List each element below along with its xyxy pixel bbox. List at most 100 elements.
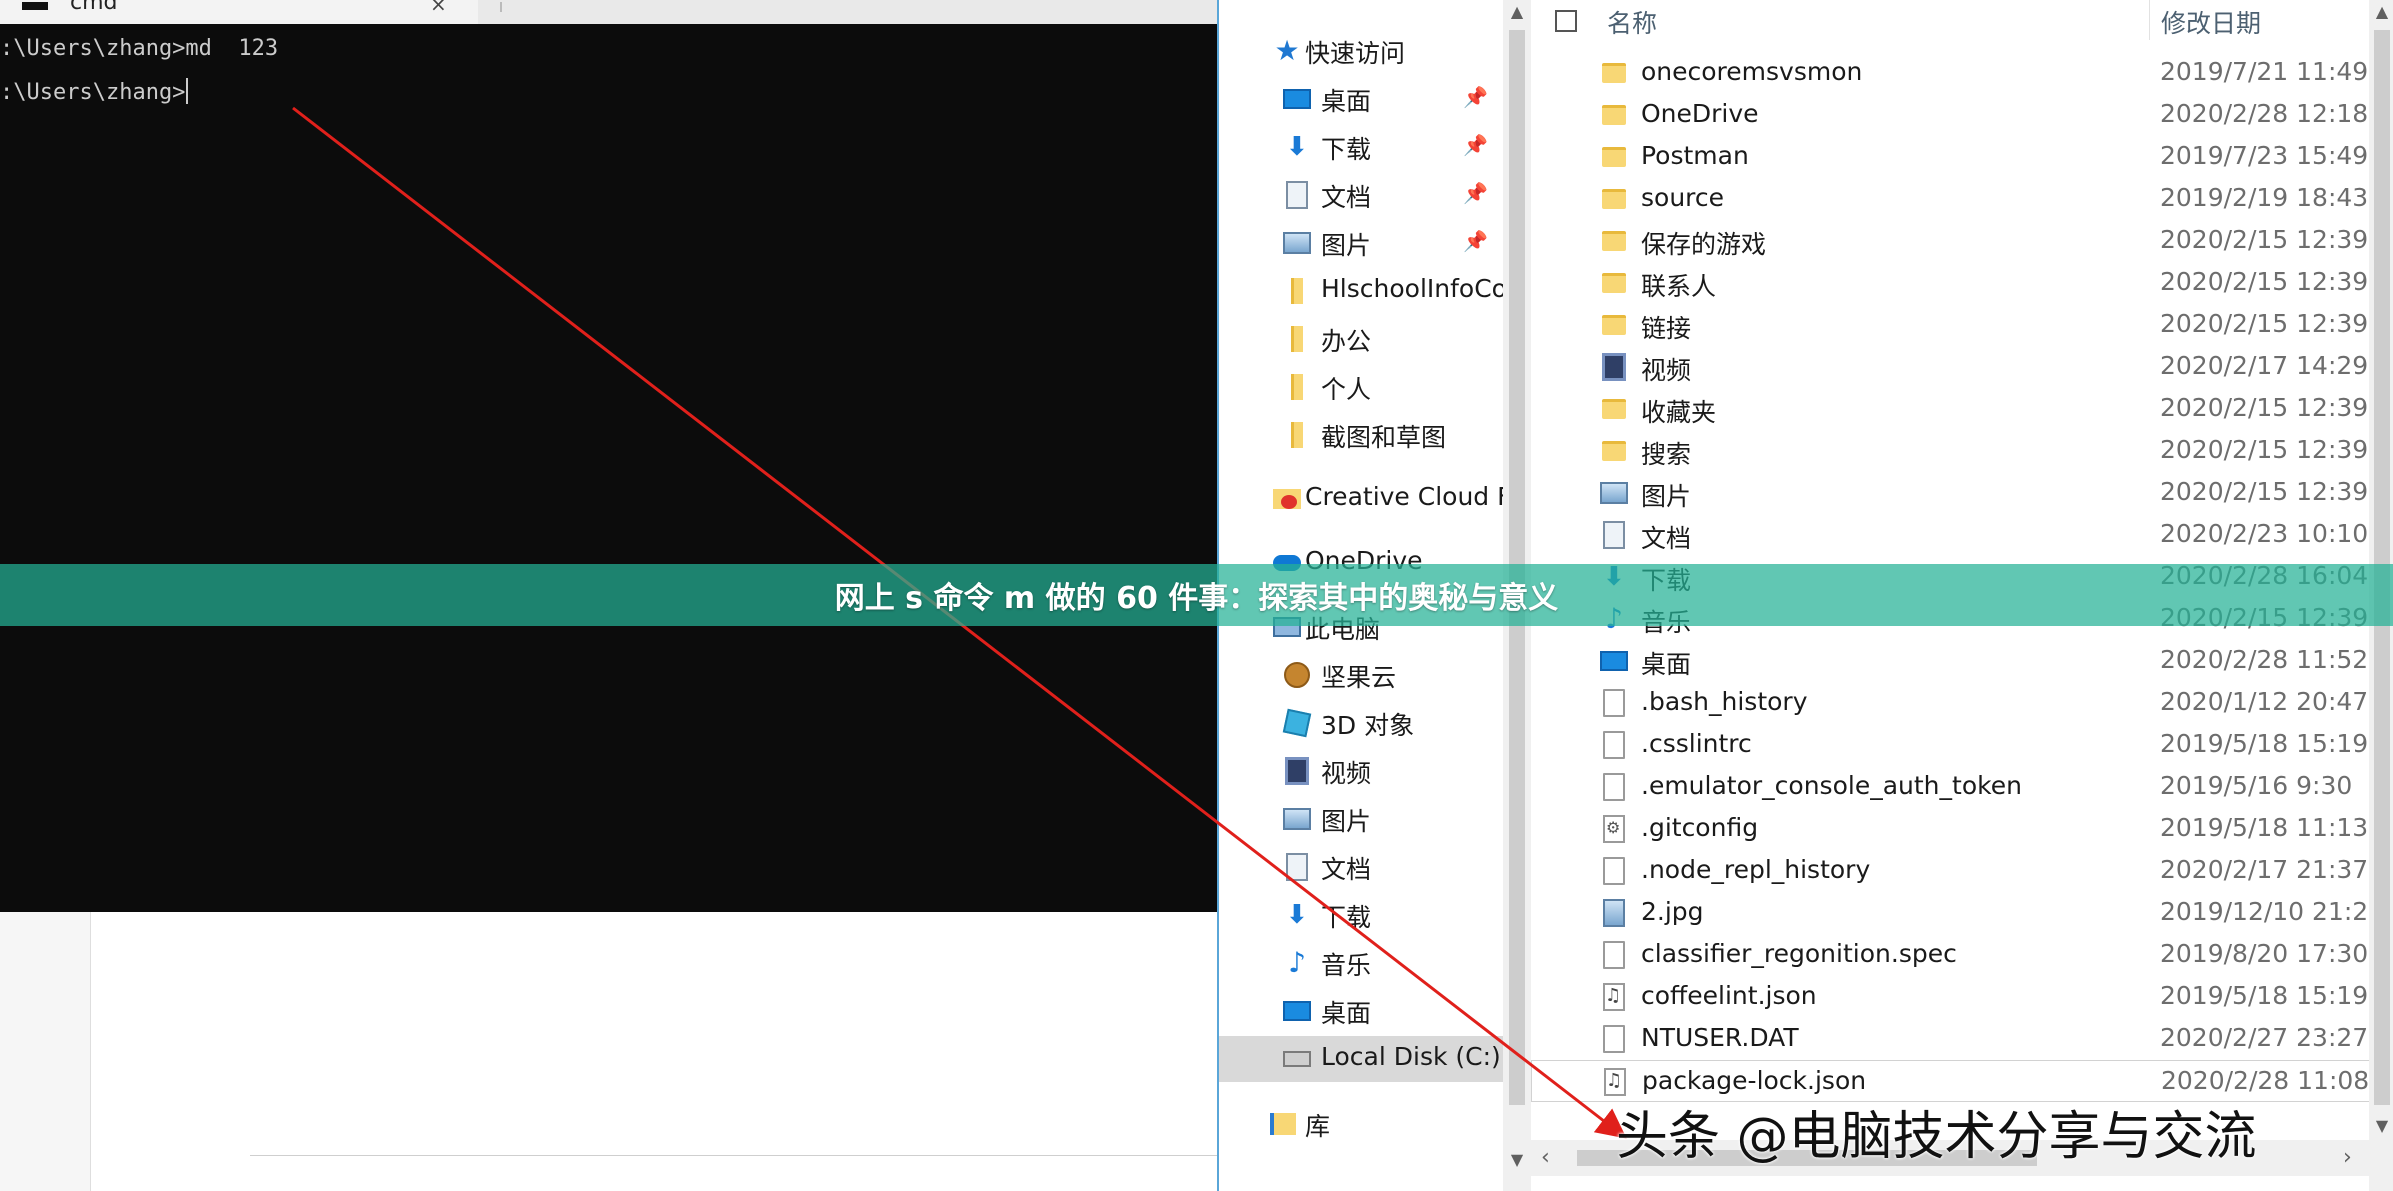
desktop-icon — [1283, 997, 1311, 1025]
video-icon — [1599, 352, 1629, 382]
pin-icon[interactable]: 📌 — [1463, 229, 1488, 253]
console-prompt-line[interactable]: :\Users\zhang> — [0, 78, 189, 105]
table-row[interactable]: NTUSER.DAT 2020/2/27 23:27 — [1531, 1018, 2393, 1060]
nav-item-label: 办公 — [1321, 327, 1372, 356]
file-modified-date: 2020/2/23 10:10 — [2160, 519, 2369, 548]
nav-item[interactable]: 桌面 📌 — [1219, 76, 1503, 122]
file-name: package-lock.json — [1642, 1066, 1867, 1095]
json-file-icon — [1599, 982, 1629, 1012]
table-row[interactable]: 链接 2020/2/15 12:39 — [1531, 304, 2393, 346]
table-row[interactable]: 文档 2020/2/23 10:10 — [1531, 514, 2393, 556]
folder-icon — [1599, 142, 1629, 172]
scroll-up-icon[interactable]: ▲ — [1503, 2, 1531, 21]
scroll-up-icon[interactable]: ▲ — [2369, 2, 2393, 21]
nav-item[interactable]: ⬇ 下载 — [1219, 892, 1503, 938]
nav-item[interactable]: 坚果云 — [1219, 652, 1503, 698]
table-row[interactable]: .node_repl_history 2020/2/17 21:37 — [1531, 850, 2393, 892]
document-page — [90, 912, 1218, 1191]
scroll-down-icon[interactable]: ▼ — [1503, 1150, 1531, 1169]
nav-item[interactable]: 库 — [1219, 1101, 1503, 1147]
document-icon — [1283, 853, 1311, 881]
file-name: .emulator_console_auth_token — [1641, 771, 2022, 800]
nav-item[interactable]: Creative Cloud F — [1219, 476, 1503, 522]
nav-item[interactable]: 3D 对象 — [1219, 700, 1503, 746]
nav-item[interactable]: 办公 — [1219, 316, 1503, 362]
file-name: 桌面 — [1641, 650, 1692, 679]
folder-icon — [1599, 184, 1629, 214]
nav-item[interactable]: 个人 — [1219, 364, 1503, 410]
table-row[interactable]: 2.jpg 2019/12/10 21:26 — [1531, 892, 2393, 934]
star-icon: ★ — [1274, 34, 1300, 67]
pin-icon[interactable]: 📌 — [1463, 85, 1488, 109]
nav-item[interactable]: 视频 — [1219, 748, 1503, 794]
nav-item[interactable]: 文档 📌 — [1219, 172, 1503, 218]
folder-icon — [1283, 373, 1311, 401]
column-divider[interactable] — [2149, 0, 2150, 40]
table-row[interactable]: 视频 2020/2/17 14:29 — [1531, 346, 2393, 388]
nav-item[interactable]: 截图和草图 — [1219, 412, 1503, 458]
local-disk-icon — [1283, 1045, 1311, 1073]
pin-icon[interactable]: 📌 — [1463, 181, 1488, 205]
console-tab[interactable]: cmd × — [0, 0, 478, 25]
music-icon: ♪ — [1288, 946, 1306, 979]
file-name: .gitconfig — [1641, 813, 1759, 842]
file-name: Postman — [1641, 141, 1749, 170]
file-icon — [1599, 1024, 1629, 1054]
table-row[interactable]: 图片 2020/2/15 12:39 — [1531, 472, 2393, 514]
scroll-down-icon[interactable]: ▼ — [2369, 1116, 2393, 1135]
file-name: .bash_history — [1641, 687, 1808, 716]
table-row[interactable]: 搜索 2020/2/15 12:39 — [1531, 430, 2393, 472]
text-caret — [186, 78, 189, 104]
close-icon[interactable]: × — [430, 0, 447, 16]
column-header-name[interactable]: 名称 — [1607, 4, 1657, 40]
nav-item[interactable]: HlschoolInfoCo — [1219, 268, 1503, 314]
table-row[interactable]: source 2019/2/19 18:43 — [1531, 178, 2393, 220]
file-name: 收藏夹 — [1641, 398, 1717, 427]
nav-item-label: 截图和草图 — [1321, 423, 1447, 452]
nav-item[interactable]: ⬇ 下载 📌 — [1219, 124, 1503, 170]
file-modified-date: 2020/2/15 12:39 — [2160, 225, 2369, 254]
column-header-date[interactable]: 修改日期 — [2161, 4, 2261, 40]
nav-item[interactable]: ★ 快速访问 — [1219, 28, 1503, 74]
3d-objects-icon — [1282, 708, 1312, 738]
nav-item[interactable]: 图片 — [1219, 796, 1503, 842]
nav-item[interactable]: 图片 📌 — [1219, 220, 1503, 266]
file-name: 联系人 — [1641, 272, 1717, 301]
table-row[interactable]: .bash_history 2020/1/12 20:47 — [1531, 682, 2393, 724]
console-window[interactable]: :\Users\zhang>md 123 :\Users\zhang> — [0, 24, 1217, 912]
pin-icon[interactable]: 📌 — [1463, 133, 1488, 157]
scroll-right-icon[interactable]: › — [2343, 1145, 2352, 1170]
nav-item[interactable]: 桌面 — [1219, 988, 1503, 1034]
file-modified-date: 2019/8/20 17:30 — [2160, 939, 2369, 968]
table-row[interactable]: .emulator_console_auth_token 2019/5/16 9:… — [1531, 766, 2393, 808]
table-row[interactable]: 收藏夹 2020/2/15 12:39 — [1531, 388, 2393, 430]
table-row[interactable]: Postman 2019/7/23 15:49 — [1531, 136, 2393, 178]
nav-item[interactable]: 文档 — [1219, 844, 1503, 890]
table-row[interactable]: onecoremsvsmon 2019/7/21 11:49 — [1531, 52, 2393, 94]
table-row[interactable]: classifier_regonition.spec 2019/8/20 17:3… — [1531, 934, 2393, 976]
select-all-checkbox[interactable] — [1555, 10, 1577, 32]
searches-icon — [1599, 436, 1629, 466]
nav-item[interactable]: ♪ 音乐 — [1219, 940, 1503, 986]
folder-icon — [1599, 58, 1629, 88]
table-row[interactable]: coffeelint.json 2019/5/18 15:19 — [1531, 976, 2393, 1018]
table-row[interactable]: OneDrive 2020/2/28 12:18 — [1531, 94, 2393, 136]
table-row[interactable]: .gitconfig 2019/5/18 11:13 — [1531, 808, 2393, 850]
background-document — [0, 912, 1218, 1191]
config-file-icon — [1599, 814, 1629, 844]
table-row[interactable]: 联系人 2020/2/15 12:39 — [1531, 262, 2393, 304]
table-row[interactable]: .csslintrc 2019/5/18 15:19 — [1531, 724, 2393, 766]
pictures-icon — [1283, 229, 1311, 257]
video-icon — [1283, 757, 1311, 785]
file-name: 视频 — [1641, 356, 1692, 385]
scroll-left-icon[interactable]: ‹ — [1541, 1145, 1550, 1170]
nav-item-label: 快速访问 — [1305, 39, 1406, 68]
file-name: 链接 — [1641, 314, 1692, 343]
table-row[interactable]: 桌面 2020/2/28 11:52 — [1531, 640, 2393, 682]
table-row[interactable]: 保存的游戏 2020/2/15 12:39 — [1531, 220, 2393, 262]
file-modified-date: 2019/12/10 21:26 — [2160, 897, 2385, 926]
desktop-icon — [1283, 85, 1311, 113]
saved-games-icon — [1599, 226, 1629, 256]
nav-item[interactable]: Local Disk (C:) — [1219, 1036, 1503, 1082]
nav-item-label: HlschoolInfoCo — [1321, 274, 1503, 303]
